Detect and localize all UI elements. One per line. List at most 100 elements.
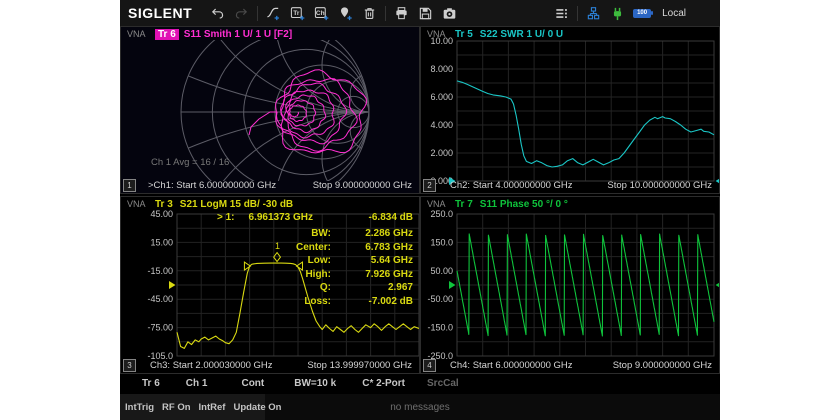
- toolbar: SIGLENT Tr Ch: [120, 0, 720, 26]
- smith-chart: [121, 27, 419, 193]
- q1-footer: 1 >Ch1: Start 6.000000000 GHz Stop 9.000…: [121, 178, 419, 192]
- ref-level-marker-left: [449, 281, 456, 289]
- save-icon[interactable]: [417, 5, 434, 22]
- toolbar-separator: [577, 6, 578, 21]
- meas-label: Q:: [296, 281, 331, 295]
- status-item[interactable]: C* 2-Port: [362, 378, 405, 389]
- trigger-status-item: Update On: [233, 402, 281, 413]
- q1-stop-label: Stop 9.000000000 GHz: [313, 180, 412, 191]
- q1-start-label: >Ch1: Start 6.000000000 GHz: [148, 180, 276, 191]
- q4-stop-label: Stop 9.000000000 GHz: [613, 360, 712, 371]
- status-bar: Tr 6 Ch 1 Cont BW=10 k C* 2-Port SrcCal: [120, 373, 720, 393]
- smith-graticule: [121, 27, 419, 193]
- q2-start-label: Ch2: Start 4.000000000 GHz: [450, 180, 573, 191]
- status-item[interactable]: Tr 6: [142, 378, 160, 389]
- window-2-swr[interactable]: VNA Tr 5 S22 SWR 1 U/ 0 U 10.008.0006.00…: [420, 26, 720, 194]
- q1-header: VNA Tr 6 S11 Smith 1 U/ 1 U [F2]: [127, 28, 292, 40]
- channel-add-icon[interactable]: Ch: [313, 5, 330, 22]
- menu-icon[interactable]: [553, 5, 570, 22]
- y-tick: 150.0: [430, 237, 453, 247]
- q4-vna-label: VNA: [427, 199, 455, 209]
- toolbar-separator: [385, 6, 386, 21]
- q3-start-label: Ch3: Start 2.000030000 GHz: [150, 360, 273, 371]
- trace-add-icon[interactable]: Tr: [289, 5, 306, 22]
- q4-header: VNA Tr 7 S11 Phase 50 °/ 0 °: [427, 198, 568, 210]
- status-item[interactable]: Cont: [241, 378, 264, 389]
- q2-header: VNA Tr 5 S22 SWR 1 U/ 0 U: [427, 28, 563, 40]
- ref-level-marker-left: [169, 281, 176, 289]
- svg-text:Ch: Ch: [316, 10, 325, 17]
- marker-add-icon[interactable]: [337, 5, 354, 22]
- y-tick: -50.00: [427, 294, 453, 304]
- q1-trace-badge[interactable]: Tr 6: [155, 29, 179, 40]
- q3-window-badge[interactable]: 3: [123, 359, 136, 372]
- q3-trace-label[interactable]: Tr 3: [155, 199, 173, 210]
- y-tick: 15.00: [150, 237, 173, 247]
- q4-trace-label[interactable]: Tr 7: [455, 199, 473, 210]
- meas-value: 5.64 GHz: [337, 254, 413, 268]
- q2-stop-label: Stop 10.000000000 GHz: [607, 180, 712, 191]
- usb-power-icon[interactable]: [609, 5, 626, 22]
- vna-screen: SIGLENT Tr Ch: [120, 0, 720, 420]
- q3-vna-label: VNA: [127, 199, 155, 209]
- meas-label: Loss:: [296, 295, 331, 309]
- y-tick: 50.00: [430, 266, 453, 276]
- marker-frequency: 6.961373 GHz: [249, 212, 314, 223]
- q4-start-label: Ch4: Start 6.000000000 GHz: [450, 360, 573, 371]
- lan-icon[interactable]: [585, 5, 602, 22]
- window-4-phase[interactable]: VNA Tr 7 S11 Phase 50 °/ 0 ° 250.0 150.0 5…: [420, 196, 720, 374]
- y-tick: -45.00: [147, 294, 173, 304]
- marker-1-label: 1: [275, 241, 280, 251]
- y-tick: 8.000: [430, 64, 453, 74]
- trigger-status-item: IntTrig: [125, 402, 154, 413]
- y-tick: 6.000: [430, 92, 453, 102]
- q1-window-badge[interactable]: 1: [123, 179, 136, 192]
- phase-plot: 250.0150.050.00-50.00-150.0-250.0: [421, 197, 719, 373]
- meas-value: 2.286 GHz: [337, 227, 413, 241]
- q3-bandwidth-panel: BW:2.286 GHzCenter:6.783 GHzLow:5.64 GHz…: [296, 227, 413, 309]
- y-tick: 4.000: [430, 120, 453, 130]
- y-tick: 45.00: [150, 209, 173, 219]
- y-tick: -15.00: [147, 266, 173, 276]
- q4-footer: 4 Ch4: Start 6.000000000 GHz Stop 9.0000…: [421, 358, 719, 372]
- trigger-status-panel: IntTrigRF OnIntRefUpdate On: [120, 394, 265, 420]
- y-tick: -75.00: [147, 323, 173, 333]
- y-tick: -150.0: [427, 323, 453, 333]
- print-icon[interactable]: [393, 5, 410, 22]
- meas-value: -7.002 dB: [337, 295, 413, 309]
- q3-marker-readout: > 1: 6.961373 GHz -6.834 dB: [217, 212, 413, 223]
- q2-title: S22 SWR 1 U/ 0 U: [480, 29, 563, 40]
- undo-icon[interactable]: [209, 5, 226, 22]
- trigger-status-item: IntRef: [199, 402, 226, 413]
- q4-window-badge[interactable]: 4: [423, 359, 436, 372]
- q1-vna-label: VNA: [127, 29, 155, 39]
- ref-level-marker-right: [716, 281, 720, 289]
- battery-icon: 100: [633, 9, 651, 18]
- q2-trace-label[interactable]: Tr 5: [455, 29, 473, 40]
- sweep-add-icon[interactable]: [265, 5, 282, 22]
- local-mode-label[interactable]: Local: [662, 8, 686, 19]
- q1-avg-note: Ch 1 Avg = 16 / 16: [151, 157, 229, 168]
- window-1-smith[interactable]: VNA Tr 6 S11 Smith 1 U/ 1 U [F2] Ch 1 Av…: [120, 26, 420, 194]
- toolbar-separator: [257, 6, 258, 21]
- y-tick: 2.000: [430, 148, 453, 158]
- y-tick: 250.0: [430, 209, 453, 219]
- graticule: [457, 41, 714, 181]
- q1-title: S11 Smith 1 U/ 1 U [F2]: [184, 29, 292, 40]
- status-item-dimmed[interactable]: SrcCal: [427, 378, 459, 389]
- delete-icon[interactable]: [361, 5, 378, 22]
- window-3-logm[interactable]: VNA Tr 3 S21 LogM 15 dB/ -30 dB 45.0015.…: [120, 196, 420, 374]
- info-bar: no messages IntTrigRF OnIntRefUpdate On: [120, 394, 720, 420]
- q2-footer: 2 Ch2: Start 4.000000000 GHz Stop 10.000…: [421, 178, 719, 192]
- screenshot-icon[interactable]: [441, 5, 458, 22]
- q3-header: VNA Tr 3 S21 LogM 15 dB/ -30 dB: [127, 198, 293, 210]
- meas-label: Low:: [296, 254, 331, 268]
- siglent-logo: SIGLENT: [128, 5, 192, 21]
- meas-value: 6.783 GHz: [337, 241, 413, 255]
- status-item[interactable]: BW=10 k: [294, 378, 336, 389]
- meas-label: High:: [296, 268, 331, 282]
- q2-vna-label: VNA: [427, 29, 455, 39]
- status-item[interactable]: Ch 1: [186, 378, 208, 389]
- q2-window-badge[interactable]: 2: [423, 179, 436, 192]
- redo-icon[interactable]: [233, 5, 250, 22]
